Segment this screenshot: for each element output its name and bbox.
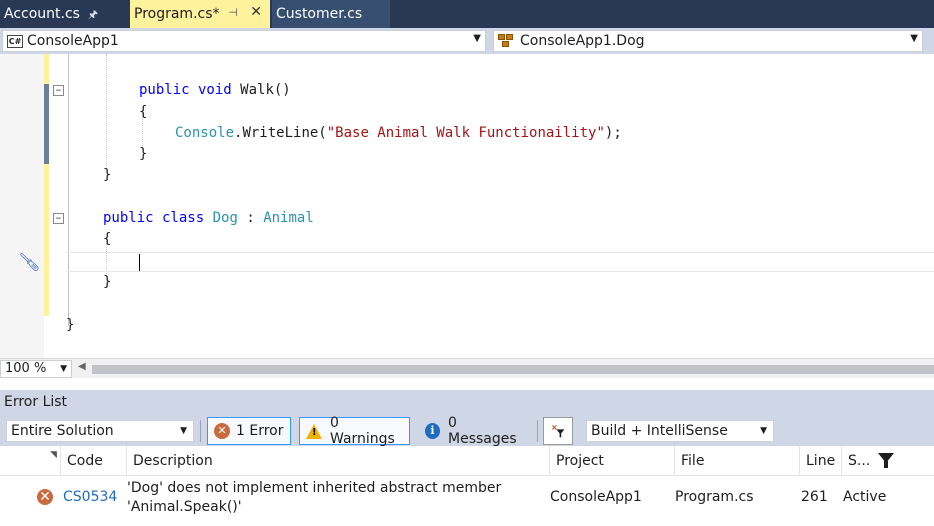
code-line: }: [66, 317, 75, 333]
code-line: }: [103, 167, 112, 183]
errors-filter-button[interactable]: ✕ 1 Error: [207, 417, 291, 445]
tab-label: Customer.cs: [276, 6, 363, 22]
error-file: Program.cs: [675, 489, 754, 505]
column-header-code[interactable]: Code: [60, 446, 126, 476]
build-filter-dropdown[interactable]: Build + IntelliSense ▼: [586, 420, 774, 442]
collapse-class-button[interactable]: –: [53, 212, 64, 224]
code-line: {: [139, 104, 148, 120]
pin-icon[interactable]: ⊣: [228, 6, 238, 19]
tab-label: Account.cs: [4, 6, 80, 22]
glyph-margin: [0, 54, 44, 358]
nav-splitter[interactable]: [924, 30, 932, 52]
toolbar-separator: [537, 420, 538, 442]
type-dropdown[interactable]: ConsoleApp1.Dog ▼: [493, 30, 923, 52]
code-editor[interactable]: 🪛︎ – – public void Walk() { Console.Writ…: [0, 54, 934, 358]
text-caret: [139, 254, 140, 271]
sort-indicator-icon: ◥: [50, 450, 57, 460]
navigation-bar: C# ConsoleApp1 ▼ ConsoleApp1.Dog ▼: [0, 28, 934, 54]
column-header-line[interactable]: Line: [799, 446, 841, 476]
code-line: }: [103, 274, 112, 290]
class-icon: [498, 34, 514, 48]
column-header-description[interactable]: Description: [126, 446, 550, 476]
document-tab-strip: Account.cs 🖈︎ Program.cs* ⊣ ✕ Customer.c…: [0, 0, 934, 28]
filter-icon[interactable]: [543, 417, 573, 445]
tab-program-cs[interactable]: Program.cs* ⊣ ✕: [130, 0, 270, 28]
error-icon: ✕: [214, 423, 230, 439]
error-list-title: Error List: [4, 394, 68, 410]
code-line: }: [139, 146, 148, 162]
chevron-down-icon[interactable]: ▼: [180, 421, 187, 441]
type-name: ConsoleApp1.Dog: [520, 33, 645, 49]
table-row[interactable]: ✕ CS0534 'Dog' does not implement inheri…: [0, 476, 934, 520]
current-line-highlight: [66, 252, 934, 272]
code-line: public class Dog : Animal: [103, 210, 314, 226]
tab-customer-cs[interactable]: Customer.cs: [272, 0, 390, 28]
warnings-count-label: 0 Warnings: [330, 415, 395, 447]
column-filter-icon[interactable]: [878, 453, 894, 468]
zoom-dropdown[interactable]: 100 % ▼: [0, 360, 72, 378]
screwdriver-icon[interactable]: 🪛︎: [18, 252, 41, 273]
info-icon: i: [425, 423, 441, 439]
column-header-project[interactable]: Project: [549, 446, 674, 476]
filter-icon: [551, 424, 565, 438]
chevron-down-icon[interactable]: ▼: [60, 361, 67, 377]
code-line: {: [103, 231, 112, 247]
column-header-file[interactable]: File: [674, 446, 799, 476]
error-description: 'Dog' does not implement inherited abstr…: [127, 480, 502, 515]
error-list-column-header: ◥ Code Description Project File Line S..…: [0, 446, 934, 476]
error-list-toolbar: Entire Solution ▼ ✕ 1 Error ! 0 Warnings…: [0, 414, 934, 447]
scope-value: Entire Solution: [11, 423, 114, 439]
messages-count-label: 0 Messages: [448, 415, 517, 447]
error-code-link[interactable]: CS0534: [63, 489, 117, 505]
close-icon[interactable]: ✕: [250, 4, 262, 20]
outline-rail: [68, 54, 69, 326]
errors-count-label: 1 Error: [236, 423, 284, 439]
chevron-down-icon[interactable]: ▼: [760, 421, 767, 441]
indent-guide: [106, 54, 107, 166]
messages-filter-button[interactable]: i 0 Messages: [418, 415, 532, 447]
tab-account-cs[interactable]: Account.cs 🖈︎: [0, 0, 128, 28]
code-line: Console.WriteLine("Base Animal Walk Func…: [175, 125, 622, 141]
warning-icon: !: [306, 423, 322, 439]
editor-status-strip: 100 % ▼ ◀: [0, 358, 934, 378]
horizontal-scrollbar-thumb[interactable]: [92, 365, 934, 374]
pin-icon[interactable]: 🖈︎: [88, 6, 98, 25]
collapse-method-button[interactable]: –: [53, 84, 64, 96]
build-filter-value: Build + IntelliSense: [591, 423, 728, 439]
chevron-down-icon[interactable]: ▼: [473, 33, 481, 44]
scroll-left-icon[interactable]: ◀: [78, 361, 86, 372]
tab-label: Program.cs*: [134, 6, 220, 22]
error-line: 261: [801, 489, 828, 505]
toolbar-separator: [200, 420, 201, 442]
error-project: ConsoleApp1: [550, 489, 642, 505]
error-list-title-bar: Error List: [0, 390, 934, 414]
project-name: ConsoleApp1: [27, 33, 119, 49]
saved-change-marker: [44, 84, 49, 164]
project-dropdown[interactable]: C# ConsoleApp1 ▼: [2, 30, 486, 52]
error-icon: ✕: [37, 489, 53, 505]
error-state: Active: [843, 489, 887, 505]
code-line: public void Walk(): [139, 82, 291, 98]
warnings-filter-button[interactable]: ! 0 Warnings: [299, 415, 410, 447]
scope-dropdown[interactable]: Entire Solution ▼: [6, 420, 194, 442]
zoom-level: 100 %: [5, 361, 47, 376]
chevron-down-icon[interactable]: ▼: [910, 33, 918, 44]
csharp-project-icon: C#: [7, 34, 23, 48]
